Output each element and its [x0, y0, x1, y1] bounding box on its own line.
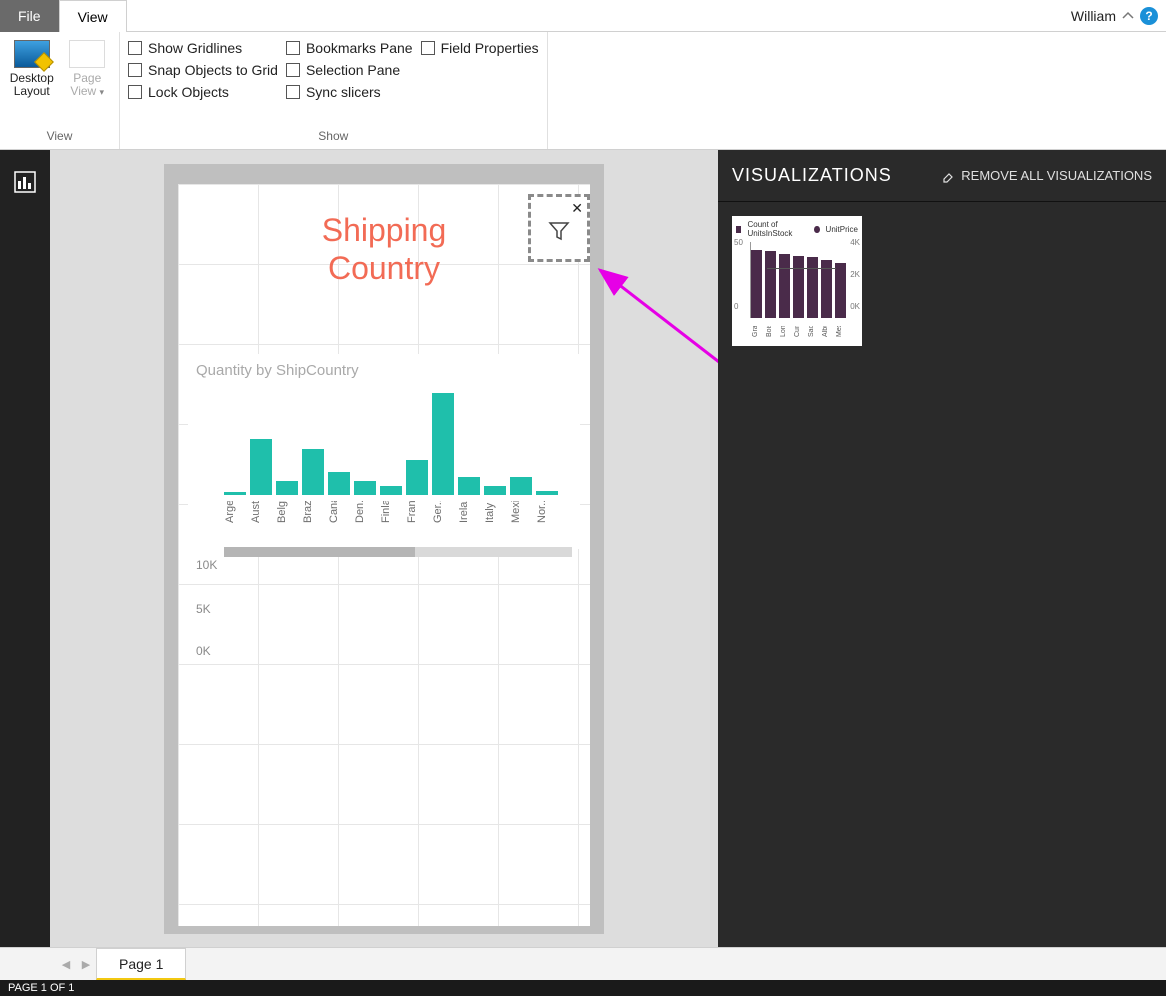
checkbox-icon: [128, 63, 142, 77]
chart-xtick: Nor...: [536, 501, 580, 523]
eraser-icon: [941, 169, 955, 183]
thumb-bar: [765, 251, 776, 318]
checkbox-lock-objects[interactable]: Lock Objects: [128, 84, 278, 100]
chart-ytick: 5K: [196, 602, 211, 616]
ribbon: Desktop Layout Page View ▾ View Show Gri…: [0, 32, 1166, 150]
thumb-ytick-right: 0K: [850, 302, 860, 311]
chevron-down-icon: ▾: [100, 87, 105, 97]
thumb-bar: [779, 254, 790, 318]
page-tab-1[interactable]: Page 1: [96, 948, 186, 980]
checkbox-icon: [128, 41, 142, 55]
thumb-legend: Count of UnitsInStock UnitPrice: [736, 220, 858, 238]
checkbox-icon: [421, 41, 435, 55]
desktop-layout-button[interactable]: Desktop Layout: [8, 36, 56, 127]
status-bar: PAGE 1 OF 1: [0, 980, 1166, 996]
checkbox-icon: [128, 85, 142, 99]
slicer-visual-placeholder[interactable]: ✕: [528, 194, 590, 262]
chart-bar[interactable]: [328, 472, 350, 495]
ribbon-group-label-show: Show: [128, 127, 539, 145]
report-view-icon[interactable]: [7, 164, 43, 200]
main-area: Shipping Country ✕ Quantity by ShipCount…: [0, 150, 1166, 947]
chart-bar[interactable]: [406, 460, 428, 495]
title-visual[interactable]: Shipping Country: [188, 194, 580, 304]
thumb-bar: [835, 263, 846, 318]
checkbox-show-gridlines[interactable]: Show Gridlines: [128, 40, 278, 56]
chart-plot-area: [224, 385, 572, 495]
chart-bar[interactable]: [276, 481, 298, 495]
chart-bar[interactable]: [302, 449, 324, 495]
checkbox-icon: [286, 41, 300, 55]
page-view-button[interactable]: Page View ▾: [64, 36, 112, 127]
report-canvas[interactable]: Shipping Country ✕ Quantity by ShipCount…: [50, 150, 718, 947]
thumb-ytick-right: 2K: [850, 270, 860, 279]
visualizations-title: VISUALIZATIONS: [732, 165, 892, 186]
checkbox-icon: [286, 63, 300, 77]
visualization-thumbnail[interactable]: Count of UnitsInStock UnitPrice 50 0 4K …: [732, 216, 862, 346]
help-icon[interactable]: ?: [1140, 7, 1158, 25]
chart-bar[interactable]: [536, 491, 558, 495]
chart-bar[interactable]: [484, 486, 506, 495]
chart-ytick: 10K: [196, 558, 217, 572]
chart-horizontal-scrollbar[interactable]: [224, 547, 572, 557]
remove-all-visualizations-button[interactable]: REMOVE ALL VISUALIZATIONS: [941, 168, 1152, 183]
ribbon-tabs: File View William ?: [0, 0, 1166, 32]
chart-bar[interactable]: [380, 486, 402, 495]
checkbox-field-properties[interactable]: Field Properties: [421, 40, 539, 56]
chart-bar[interactable]: [510, 477, 532, 495]
checkbox-snap-objects-to-grid[interactable]: Snap Objects to Grid: [128, 62, 278, 78]
tab-file[interactable]: File: [0, 0, 59, 32]
page-tabs-next[interactable]: ▶: [76, 948, 96, 980]
chart-bar[interactable]: [250, 439, 272, 495]
chart-bar[interactable]: [432, 393, 454, 495]
close-icon[interactable]: ✕: [571, 201, 583, 215]
filter-icon: [547, 219, 571, 243]
chart-bar[interactable]: [224, 492, 246, 495]
title-bar-user: William ?: [1071, 7, 1166, 25]
thumb-bar: [793, 256, 804, 318]
thumb-ytick: 0: [734, 302, 738, 311]
bar-chart-visual[interactable]: Quantity by ShipCountry 10K 5K 0K Arge..…: [188, 354, 580, 549]
thumb-chart: [750, 242, 848, 318]
checkbox-selection-pane[interactable]: Selection Pane: [286, 62, 413, 78]
checkbox-sync-slicers[interactable]: Sync slicers: [286, 84, 413, 100]
checkbox-bookmarks-pane[interactable]: Bookmarks Pane: [286, 40, 413, 56]
visualizations-panel: VISUALIZATIONS REMOVE ALL VISUALIZATIONS…: [718, 150, 1166, 947]
tab-view[interactable]: View: [59, 0, 127, 32]
left-rail: [0, 150, 50, 947]
ribbon-group-label-view: View: [8, 127, 111, 145]
page-tabs-bar: ◀ ▶ Page 1: [0, 947, 1166, 980]
chart-bar[interactable]: [458, 477, 480, 495]
chart-bar[interactable]: [354, 481, 376, 495]
chevron-up-icon[interactable]: [1122, 10, 1134, 22]
thumb-xtick: Mexico ...: [836, 326, 866, 337]
phone-layout-frame: Shipping Country ✕ Quantity by ShipCount…: [164, 164, 604, 934]
page-tabs-prev[interactable]: ◀: [56, 948, 76, 980]
chart-ytick: 0K: [196, 644, 211, 658]
thumb-ytick: 50: [734, 238, 743, 247]
checkbox-icon: [286, 85, 300, 99]
thumb-bar: [807, 257, 818, 318]
thumb-bar: [751, 250, 762, 318]
username: William: [1071, 8, 1116, 24]
phone-page[interactable]: Shipping Country ✕ Quantity by ShipCount…: [178, 184, 590, 926]
chart-title: Quantity by ShipCountry: [188, 354, 580, 379]
thumb-ytick-right: 4K: [850, 238, 860, 247]
